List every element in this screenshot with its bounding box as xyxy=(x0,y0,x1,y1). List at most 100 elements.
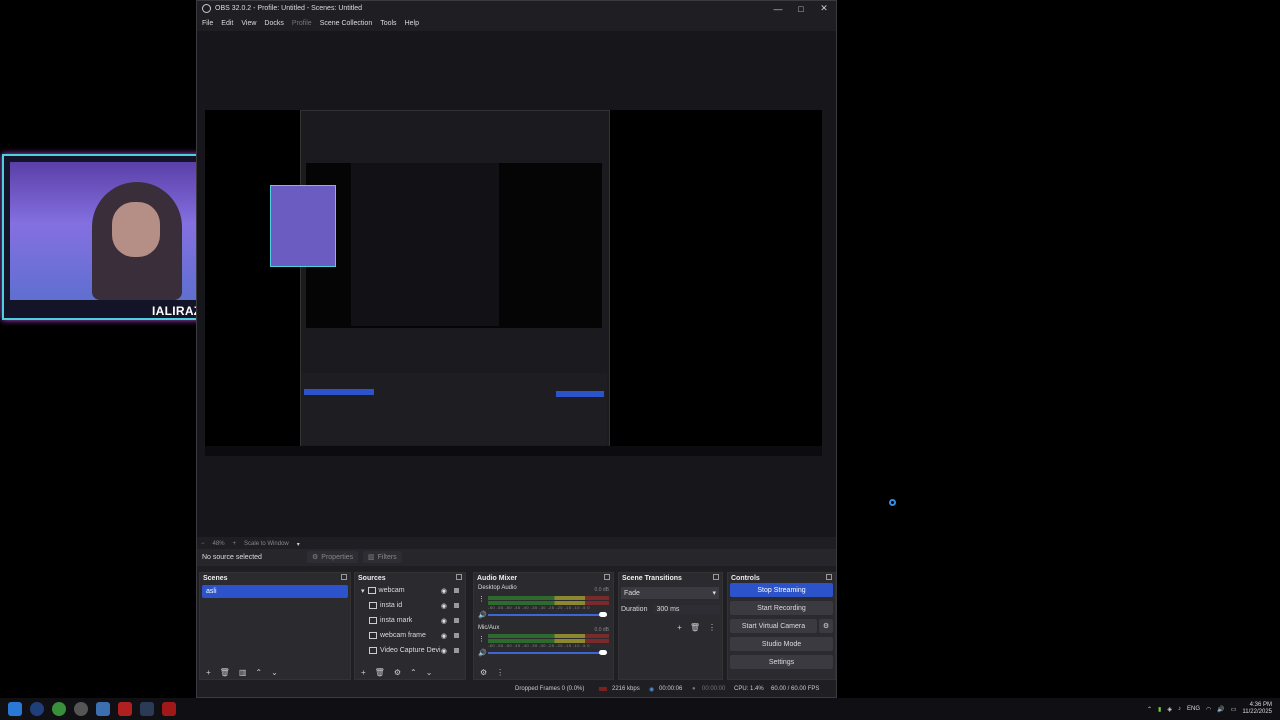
remove-scene-icon[interactable]: 🗑 xyxy=(220,668,230,677)
channel-menu-icon[interactable]: ⋮ xyxy=(478,635,485,643)
speaker-icon[interactable]: 🔊 xyxy=(1217,706,1224,713)
chevron-down-icon[interactable]: ▾ xyxy=(297,541,300,548)
channel-menu-icon[interactable]: ⋮ xyxy=(478,595,485,603)
eye-icon[interactable]: ◉ xyxy=(441,602,447,610)
stop-streaming-button[interactable]: Stop Streaming xyxy=(730,583,833,597)
gear-icon[interactable]: ⚙ xyxy=(819,619,833,633)
move-up-icon[interactable]: ⌃ xyxy=(410,668,417,677)
mixer-menu-icon[interactable]: ⋮ xyxy=(496,668,504,677)
app-icon[interactable] xyxy=(162,702,176,716)
close-button[interactable]: ✕ xyxy=(813,1,835,16)
undock-icon[interactable] xyxy=(341,574,347,580)
transitions-title: Scene Transitions xyxy=(622,574,682,582)
eye-icon[interactable]: ◉ xyxy=(441,587,447,595)
eye-icon[interactable]: ◉ xyxy=(441,617,447,625)
speaker-icon[interactable]: 🔊 xyxy=(478,649,487,657)
zoom-in-button[interactable]: + xyxy=(233,541,237,547)
source-row[interactable]: webcam frame ◉ xyxy=(355,628,465,643)
network-icon[interactable]: ◈ xyxy=(1167,706,1172,713)
wifi-icon[interactable]: ◠ xyxy=(1206,706,1211,713)
nested-taskbar xyxy=(205,446,822,456)
start-recording-button[interactable]: Start Recording xyxy=(730,601,833,615)
obs-icon[interactable] xyxy=(74,702,88,716)
filters-button[interactable]: ▥ Filters xyxy=(363,551,402,563)
transition-menu-icon[interactable]: ⋮ xyxy=(708,623,716,632)
remove-source-icon[interactable]: 🗑 xyxy=(375,668,385,677)
app-icon[interactable] xyxy=(118,702,132,716)
start-virtual-camera-button[interactable]: Start Virtual Camera xyxy=(730,619,817,633)
transition-select[interactable]: Fade ▾ xyxy=(621,587,719,599)
gear-icon[interactable]: ⚙ xyxy=(394,668,401,677)
undock-icon[interactable] xyxy=(826,574,832,580)
clock[interactable]: 4:36 PM 11/22/2025 xyxy=(1242,702,1272,716)
file-explorer-icon[interactable] xyxy=(96,702,110,716)
source-row[interactable]: ▾ webcam ◉ xyxy=(355,583,465,598)
eye-icon[interactable]: ◉ xyxy=(441,647,447,655)
source-row[interactable]: insta id ◉ xyxy=(355,598,465,613)
menu-scene-collection[interactable]: Scene Collection xyxy=(320,20,373,27)
properties-button[interactable]: ⚙ Properties xyxy=(307,551,359,563)
lock-icon[interactable] xyxy=(454,588,459,593)
selected-source-status: No source selected xyxy=(202,554,262,561)
search-icon[interactable] xyxy=(30,702,44,716)
lock-icon[interactable] xyxy=(454,618,459,623)
eye-icon[interactable]: ◉ xyxy=(441,632,447,640)
filter-icon[interactable]: ▥ xyxy=(239,668,247,677)
battery-icon[interactable]: ▮ xyxy=(1158,706,1161,713)
start-icon[interactable] xyxy=(8,702,22,716)
chevron-up-icon[interactable]: ⌃ xyxy=(1147,706,1152,713)
mic-icon[interactable]: ♪ xyxy=(1178,706,1181,712)
image-source-icon xyxy=(369,602,377,609)
record-time: 00:00:00 xyxy=(702,686,726,692)
advanced-audio-icon[interactable]: ⚙ xyxy=(480,668,487,677)
minimize-button[interactable]: — xyxy=(767,1,789,16)
scenes-dock: Scenes asli + 🗑 ▥ ⌃ ⌄ xyxy=(199,572,351,680)
lock-icon[interactable] xyxy=(454,633,459,638)
speaker-icon[interactable]: 🔊 xyxy=(478,611,487,619)
chrome-icon[interactable] xyxy=(52,702,66,716)
duration-input[interactable]: 300 ms xyxy=(653,605,720,614)
move-down-icon[interactable]: ⌄ xyxy=(426,668,433,677)
sources-dock: Sources ▾ webcam ◉ insta id ◉ insta mark… xyxy=(354,572,466,680)
clock-time: 4:36 PM xyxy=(1249,702,1272,708)
undock-icon[interactable] xyxy=(456,574,462,580)
source-name: insta mark xyxy=(380,617,413,624)
menu-docks[interactable]: Docks xyxy=(264,20,283,27)
scene-item[interactable]: asli xyxy=(202,585,348,598)
volume-slider[interactable] xyxy=(488,650,607,655)
settings-button[interactable]: Settings xyxy=(730,655,833,669)
menu-profile[interactable]: Profile xyxy=(292,20,312,27)
move-down-icon[interactable]: ⌄ xyxy=(271,668,278,677)
maximize-button[interactable]: □ xyxy=(790,1,812,16)
menu-help[interactable]: Help xyxy=(405,20,419,27)
remove-transition-icon[interactable]: 🗑 xyxy=(690,623,700,632)
record-icon: ● xyxy=(692,686,696,692)
lock-icon[interactable] xyxy=(454,648,459,653)
add-transition-icon[interactable]: + xyxy=(677,623,682,632)
preview-area[interactable] xyxy=(197,31,836,537)
source-name: webcam frame xyxy=(380,632,426,639)
undock-icon[interactable] xyxy=(604,574,610,580)
scale-mode[interactable]: Scale to Window xyxy=(244,541,289,547)
menu-edit[interactable]: Edit xyxy=(221,20,233,27)
slider-knob[interactable] xyxy=(599,612,607,617)
scenes-title: Scenes xyxy=(203,574,228,582)
menu-file[interactable]: File xyxy=(202,20,213,27)
move-up-icon[interactable]: ⌃ xyxy=(255,668,262,677)
expand-arrow-icon[interactable]: ▾ xyxy=(361,587,365,595)
add-scene-icon[interactable]: + xyxy=(206,668,211,677)
studio-mode-button[interactable]: Studio Mode xyxy=(730,637,833,651)
menu-tools[interactable]: Tools xyxy=(380,20,396,27)
language-indicator[interactable]: ENG xyxy=(1187,706,1200,712)
steam-icon[interactable] xyxy=(140,702,154,716)
source-row[interactable]: insta mark ◉ xyxy=(355,613,465,628)
source-row[interactable]: Video Capture Devi ◉ xyxy=(355,643,465,658)
zoom-out-button[interactable]: − xyxy=(201,541,205,547)
add-source-icon[interactable]: + xyxy=(361,668,366,677)
lock-icon[interactable] xyxy=(454,603,459,608)
volume-slider[interactable] xyxy=(488,612,607,617)
undock-icon[interactable] xyxy=(713,574,719,580)
menu-view[interactable]: View xyxy=(241,20,256,27)
battery-status-icon[interactable]: ▭ xyxy=(1231,706,1237,713)
slider-knob[interactable] xyxy=(599,650,607,655)
